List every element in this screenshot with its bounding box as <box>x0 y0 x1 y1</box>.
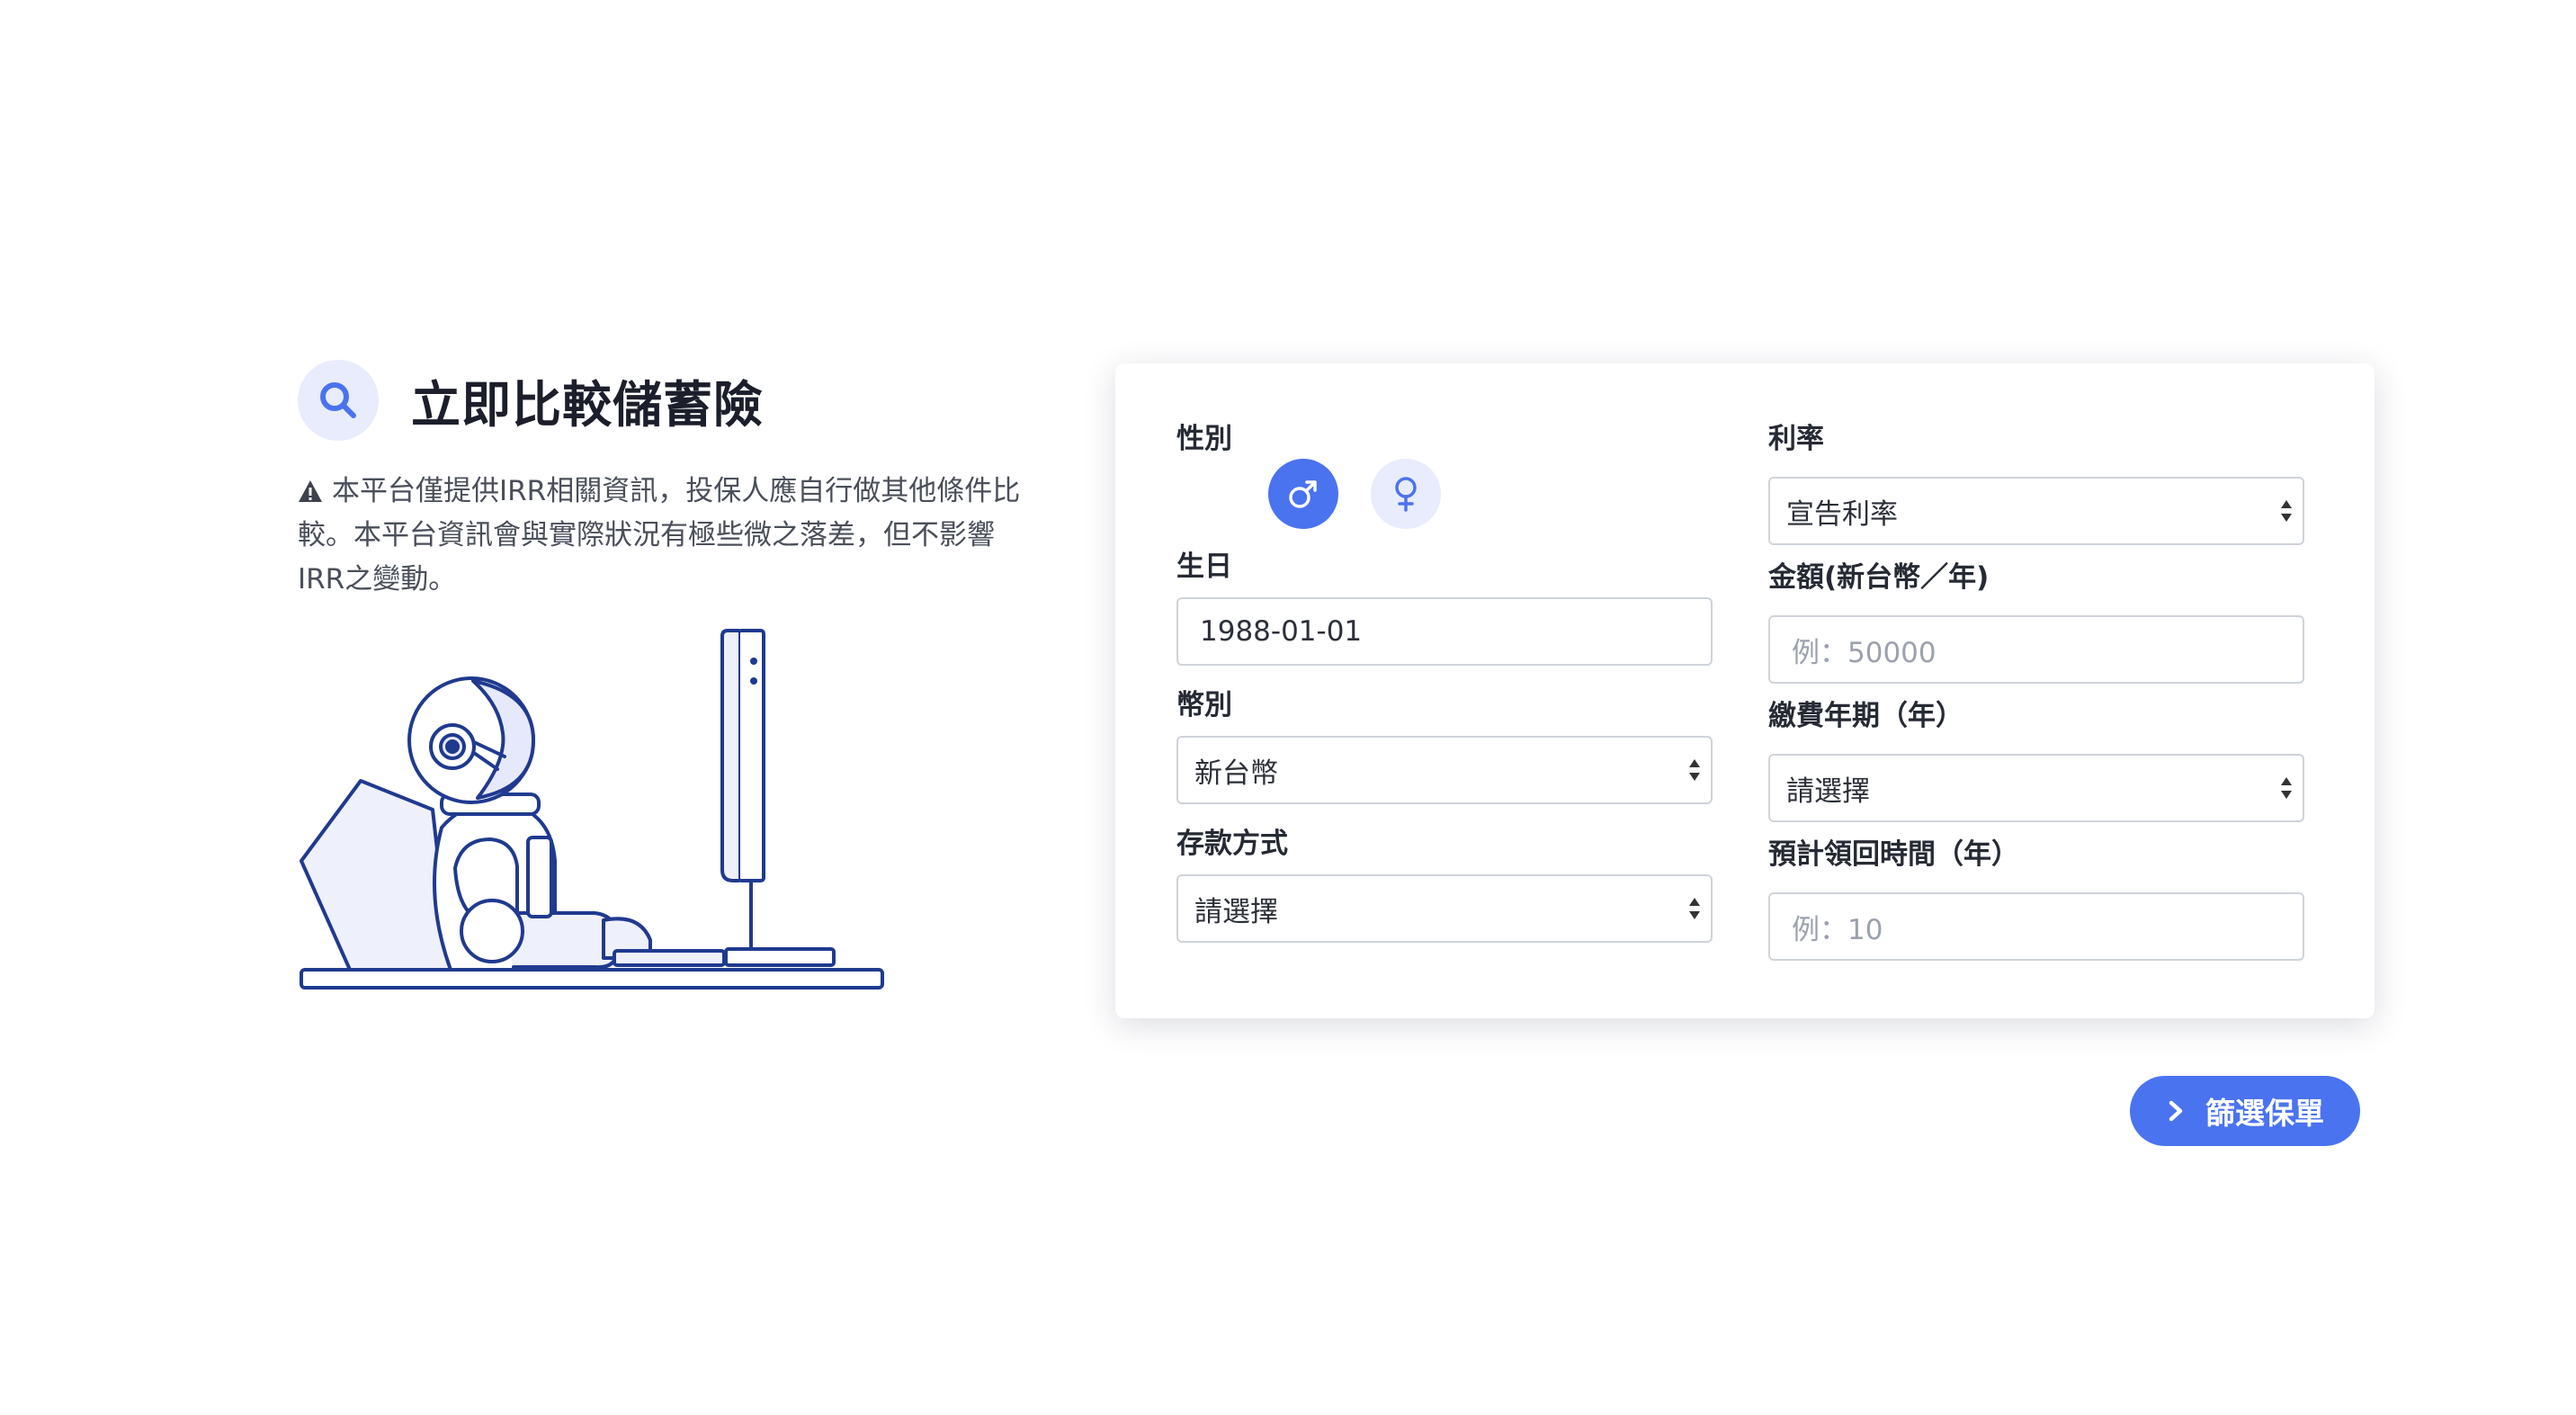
birthday-input[interactable]: 1988-01-01 <box>1176 597 1713 666</box>
amount-placeholder: 例：50000 <box>1792 636 1936 669</box>
receive-time-placeholder: 例：10 <box>1792 913 1883 946</box>
disclaimer-text: 本平台僅提供IRR相關資訊，投保人應自行做其他條件比較。本平台資訊會與實際狀況有… <box>298 475 1021 596</box>
form-card: 性別 生日 1988-01-01 幣別 新台幣 存款方式 請選擇 利率 宣告利率… <box>1115 363 2375 1018</box>
filter-policies-button[interactable]: 篩選保單 <box>2130 1076 2360 1146</box>
search-badge <box>298 360 379 441</box>
receive-time-label: 預計領回時間（年） <box>1768 838 2019 871</box>
male-icon <box>1289 480 1317 508</box>
birthday-value: 1988-01-01 <box>1200 615 1363 648</box>
gender-label: 性別 <box>1176 423 1232 455</box>
monitor-shape <box>737 629 765 882</box>
rate-label: 利率 <box>1768 423 1824 455</box>
chair-shape <box>300 779 452 972</box>
filter-button-label: 篩選保單 <box>2205 1096 2324 1131</box>
currency-value: 新台幣 <box>1194 757 1278 790</box>
female-icon <box>1395 477 1417 512</box>
receive-time-input[interactable]: 例：10 <box>1768 892 2304 961</box>
select-arrows-icon <box>1689 759 1700 781</box>
page-title: 立即比較儲蓄險 <box>411 376 765 434</box>
deposit-method-value: 請選擇 <box>1194 895 1278 928</box>
pay-years-select[interactable]: 請選擇 <box>1768 754 2304 822</box>
desk-shape <box>300 968 884 990</box>
pay-years-label: 繳費年期（年） <box>1768 700 1963 732</box>
select-arrows-icon <box>2281 500 2292 522</box>
deposit-method-label: 存款方式 <box>1176 828 1288 860</box>
intro-section: 立即比較儲蓄險 本平台僅提供IRR相關資訊，投保人應自行做其他條件比較。本平台資… <box>298 360 1035 596</box>
currency-label: 幣別 <box>1176 689 1232 721</box>
search-icon <box>320 382 356 418</box>
chevron-right-icon <box>2169 1100 2183 1122</box>
pay-years-value: 請選擇 <box>1786 775 1870 808</box>
birthday-label: 生日 <box>1176 551 1232 583</box>
rate-select[interactable]: 宣告利率 <box>1768 477 2304 545</box>
astronaut-illustration <box>300 629 884 990</box>
warning-icon <box>299 480 322 502</box>
disclaimer-notice: 本平台僅提供IRR相關資訊，投保人應自行做其他條件比較。本平台資訊會與實際狀況有… <box>298 470 1035 602</box>
gender-male-button[interactable] <box>1268 459 1338 529</box>
amount-label: 金額(新台幣／年) <box>1768 561 1990 594</box>
select-arrows-icon <box>2281 777 2292 799</box>
currency-select[interactable]: 新台幣 <box>1176 736 1713 804</box>
title-row: 立即比較儲蓄險 <box>298 360 1035 441</box>
keyboard-shape <box>613 949 726 967</box>
deposit-method-select[interactable]: 請選擇 <box>1176 874 1713 943</box>
rate-value: 宣告利率 <box>1786 497 1898 531</box>
gender-female-button[interactable] <box>1371 459 1441 529</box>
amount-input[interactable]: 例：50000 <box>1768 615 2304 684</box>
select-arrows-icon <box>1689 898 1700 919</box>
